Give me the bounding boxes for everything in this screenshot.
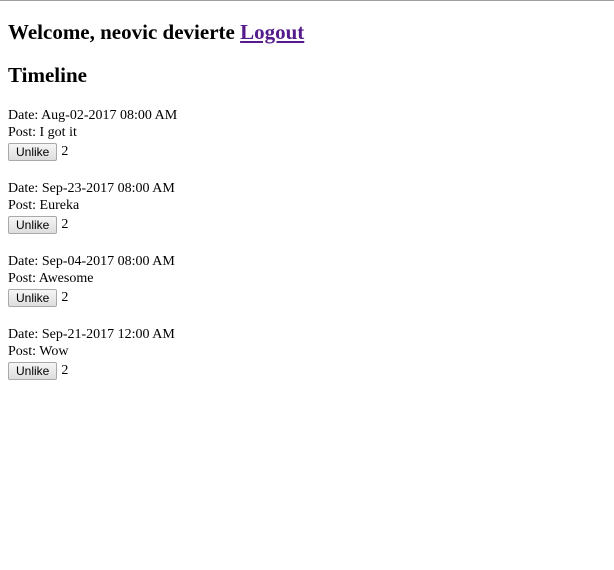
like-count: 2 <box>61 290 69 305</box>
unlike-button[interactable]: Unlike <box>8 215 58 234</box>
post-date-label: Date: <box>8 327 39 342</box>
post-text: Post: Eureka <box>8 197 608 214</box>
post-text-value: Eureka <box>39 198 80 213</box>
post-actions: Unlike 2 <box>8 215 608 234</box>
post-date-label: Date: <box>8 108 39 123</box>
timeline-post: Date: Sep-04-2017 08:00 AM Post: Awesome… <box>8 253 608 307</box>
post-text: Post: I got it <box>8 124 608 141</box>
page-content: Welcome, neovic devierte Logout Timeline… <box>8 0 608 399</box>
post-text-value: Wow <box>39 344 69 359</box>
timeline-post: Date: Aug-02-2017 08:00 AM Post: I got i… <box>8 107 608 161</box>
post-text-label: Post: <box>8 198 37 213</box>
welcome-heading: Welcome, neovic devierte Logout <box>8 20 608 44</box>
unlike-button[interactable]: Unlike <box>8 142 58 161</box>
post-text: Post: Wow <box>8 343 608 360</box>
post-date-value: Sep-23-2017 08:00 AM <box>41 181 175 196</box>
post-text-label: Post: <box>8 125 37 140</box>
post-date-label: Date: <box>8 181 39 196</box>
welcome-text: Welcome, neovic devierte <box>8 20 235 44</box>
like-count: 2 <box>61 217 69 232</box>
timeline-post-list: Date: Aug-02-2017 08:00 AM Post: I got i… <box>8 107 608 380</box>
logout-link[interactable]: Logout <box>240 20 304 44</box>
post-actions: Unlike 2 <box>8 288 608 307</box>
post-date: Date: Sep-04-2017 08:00 AM <box>8 253 608 270</box>
post-text-label: Post: <box>8 271 37 286</box>
post-date-value: Aug-02-2017 08:00 AM <box>41 108 178 123</box>
timeline-post: Date: Sep-21-2017 12:00 AM Post: Wow Unl… <box>8 326 608 380</box>
post-date: Date: Sep-23-2017 08:00 AM <box>8 180 608 197</box>
post-text-value: Awesome <box>38 271 94 286</box>
post-date: Date: Aug-02-2017 08:00 AM <box>8 107 608 124</box>
post-actions: Unlike 2 <box>8 142 608 161</box>
post-date-value: Sep-04-2017 08:00 AM <box>41 254 175 269</box>
post-actions: Unlike 2 <box>8 361 608 380</box>
like-count: 2 <box>61 363 69 378</box>
post-date-value: Sep-21-2017 12:00 AM <box>41 327 175 342</box>
unlike-button[interactable]: Unlike <box>8 288 58 307</box>
unlike-button[interactable]: Unlike <box>8 361 58 380</box>
timeline-post: Date: Sep-23-2017 08:00 AM Post: Eureka … <box>8 180 608 234</box>
post-date: Date: Sep-21-2017 12:00 AM <box>8 326 608 343</box>
post-text-value: I got it <box>39 125 77 140</box>
post-text-label: Post: <box>8 344 37 359</box>
post-date-label: Date: <box>8 254 39 269</box>
post-text: Post: Awesome <box>8 270 608 287</box>
like-count: 2 <box>61 144 69 159</box>
timeline-title: Timeline <box>8 63 87 87</box>
